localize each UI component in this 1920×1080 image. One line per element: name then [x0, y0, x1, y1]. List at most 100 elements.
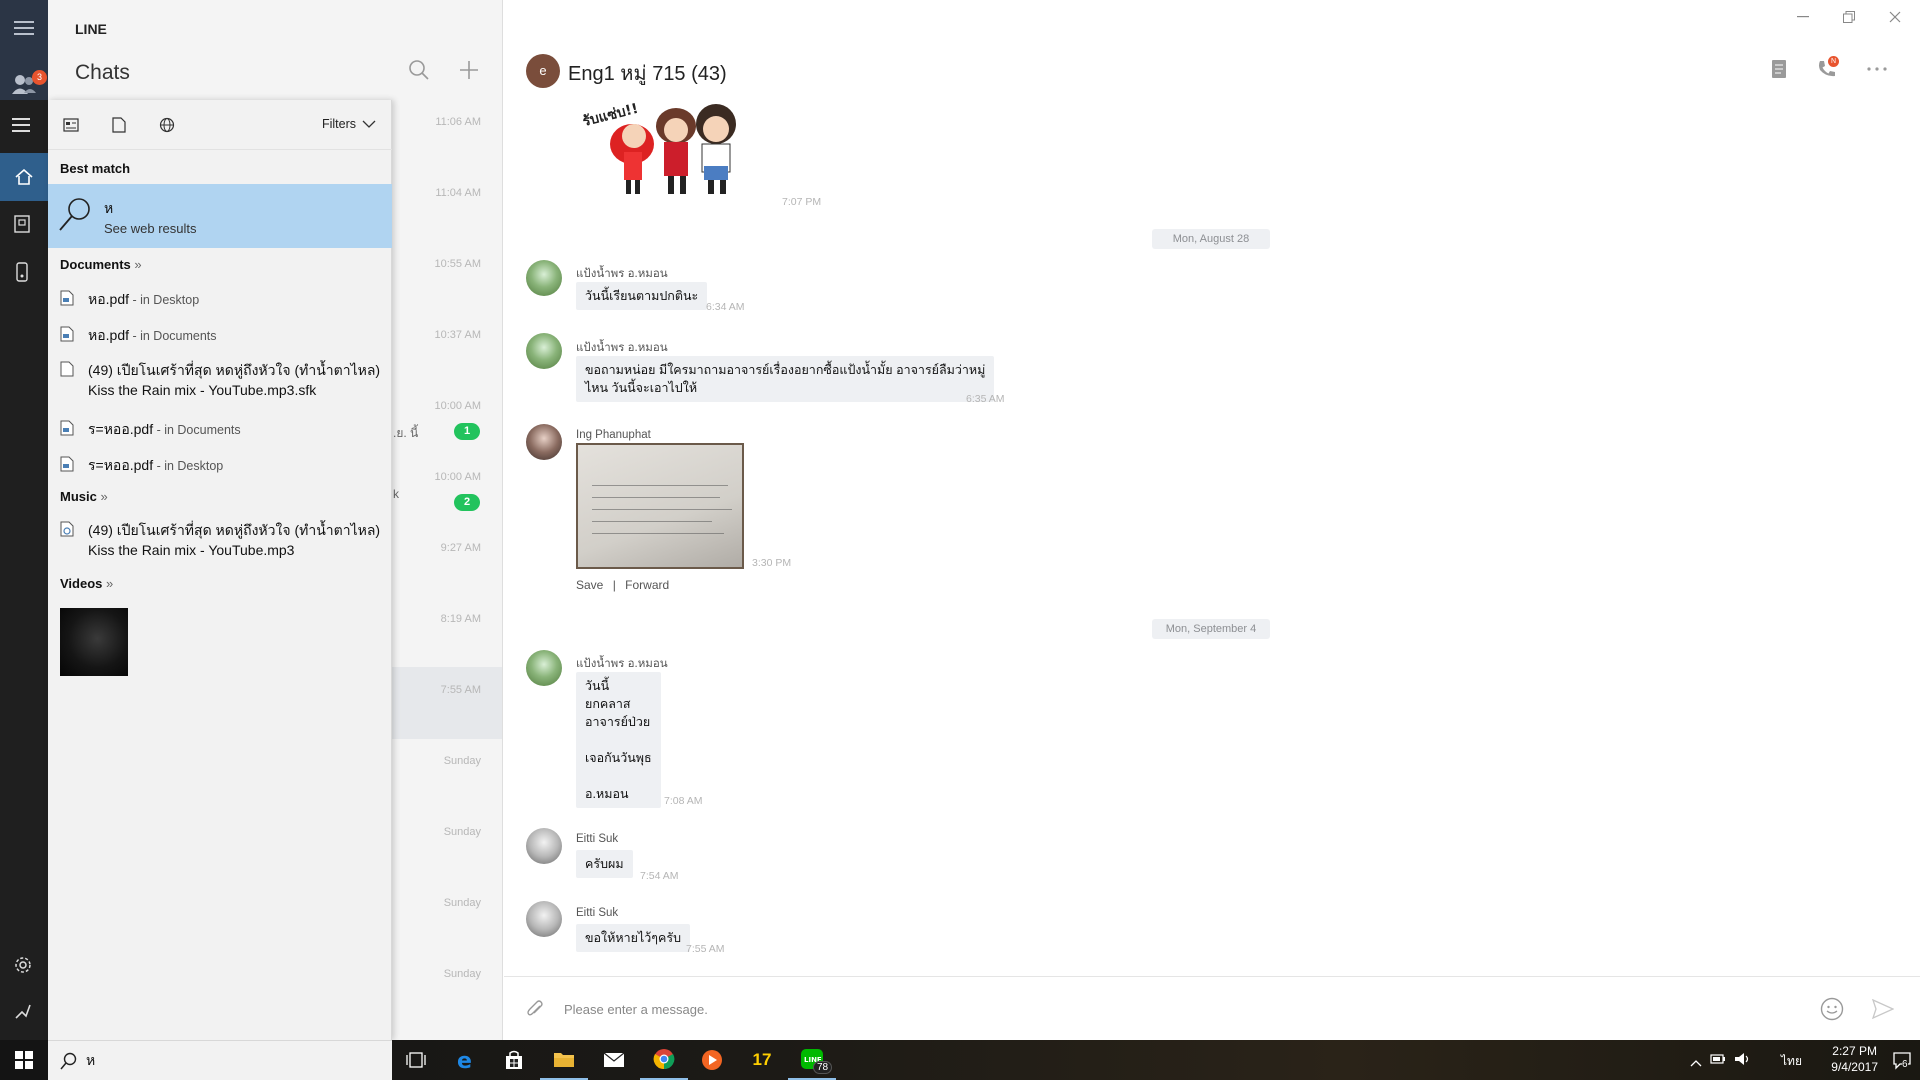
taskbar-search-box[interactable]: [48, 1040, 392, 1080]
sender-avatar[interactable]: [526, 650, 562, 686]
file-explorer-icon[interactable]: [540, 1040, 588, 1080]
message-bubble[interactable]: วันนี้เรียนตามปกตินะ: [576, 282, 708, 310]
menu-icon[interactable]: [0, 4, 48, 52]
search-flyout: Filters Best match ห See web results Doc…: [48, 100, 392, 1040]
message-time: 7:54 AM: [640, 870, 679, 882]
send-icon[interactable]: [1871, 998, 1895, 1024]
sender-avatar[interactable]: [526, 333, 562, 369]
group-avatar[interactable]: e: [526, 54, 560, 88]
chat-row-time: 11:06 AM: [435, 116, 481, 128]
chat-row-time: 8:19 AM: [440, 613, 481, 625]
chat-row-time: 10:37 AM: [434, 329, 481, 341]
emoji-icon[interactable]: [1820, 997, 1844, 1026]
input-language[interactable]: ไทย: [1781, 1052, 1802, 1071]
document-result[interactable]: (49) เปียโนเศร้าที่สุด หดหู่ถึงหัวใจ (ทำ…: [60, 360, 380, 400]
edge-browser-icon[interactable]: e: [442, 1040, 490, 1080]
apps-scope-icon[interactable]: [60, 114, 82, 136]
clock-time: 2:27 PM: [1832, 1044, 1877, 1058]
home-icon[interactable]: [0, 153, 48, 201]
app-17-icon[interactable]: 17: [738, 1040, 786, 1080]
chat-row-time: 10:00 AM: [434, 471, 481, 483]
conversation-panel: e Eng1 หมู่ 715 (43) N รับแซ่บ!! 7:07 PM…: [504, 0, 1920, 1040]
windows-logo-icon: [15, 1051, 33, 1069]
filters-dropdown[interactable]: Filters: [322, 117, 376, 131]
pdf-file-icon: [60, 326, 74, 342]
sender-avatar[interactable]: [526, 424, 562, 460]
message-bubble[interactable]: ขอให้หายไว้ๆครับ: [576, 924, 691, 952]
date-separator: Mon, September 4: [1152, 619, 1270, 639]
document-result[interactable]: ร=หออ.pdf - in Desktop: [60, 455, 223, 477]
line-app-icon[interactable]: LINE 78: [788, 1040, 836, 1080]
documents-scope-icon[interactable]: [108, 114, 130, 136]
best-match-result[interactable]: ห See web results: [48, 184, 392, 248]
document-result[interactable]: หอ.pdf - in Documents: [60, 325, 217, 347]
filters-label: Filters: [321, 117, 356, 131]
sender-name: Eitti Suk: [576, 833, 619, 845]
save-link[interactable]: Save: [576, 578, 603, 592]
more-options-icon[interactable]: [1864, 56, 1890, 82]
chat-row-time: Sunday: [443, 826, 481, 838]
call-badge: N: [1828, 56, 1839, 67]
feedback-icon[interactable]: [14, 1002, 32, 1025]
notebook-icon[interactable]: [14, 215, 30, 238]
add-chat-icon[interactable]: [455, 56, 483, 84]
message-time: 3:30 PM: [752, 557, 792, 569]
chat-row-time: 9:27 AM: [440, 542, 481, 554]
store-icon[interactable]: [490, 1040, 538, 1080]
file-icon: [60, 361, 74, 377]
sender-avatar[interactable]: [526, 901, 562, 937]
chat-row-time: 10:55 AM: [434, 258, 481, 270]
mail-icon[interactable]: [590, 1040, 638, 1080]
search-icon[interactable]: [405, 56, 433, 84]
music-result[interactable]: (49) เปียโนเศร้าที่สุด หดหู่ถึงหัวใจ (ทำ…: [60, 520, 380, 560]
forward-link[interactable]: Forward: [625, 578, 669, 592]
message-bubble[interactable]: ครับผม: [576, 850, 633, 878]
action-separator: |: [612, 578, 616, 592]
chat-row-time: Sunday: [443, 897, 481, 909]
volume-icon[interactable]: [1734, 1052, 1752, 1071]
battery-icon[interactable]: [1710, 1052, 1726, 1071]
app-17-label: 17: [752, 1050, 772, 1069]
sender-avatar[interactable]: [526, 828, 562, 864]
task-view-icon[interactable]: [392, 1040, 440, 1080]
svg-text:e: e: [457, 1049, 472, 1071]
hamburger-icon[interactable]: [12, 118, 30, 137]
web-scope-icon[interactable]: [156, 114, 178, 136]
media-player-icon[interactable]: [688, 1040, 736, 1080]
pdf-file-icon: [60, 290, 74, 306]
close-icon[interactable]: [1884, 8, 1906, 26]
attach-icon[interactable]: [526, 999, 544, 1024]
search-scope-bar: Filters: [48, 100, 392, 150]
device-icon[interactable]: [16, 262, 28, 287]
document-result[interactable]: ร=หออ.pdf - in Documents: [60, 419, 241, 441]
photo-actions: Save | Forward: [576, 578, 669, 592]
sticker-image[interactable]: รับแซ่บ!!: [576, 96, 766, 200]
message-time: 7:07 PM: [782, 196, 822, 208]
message-bubble[interactable]: ขอถามหน่อย มีใครมาถามอาจารย์เรื่องอยากซื…: [576, 356, 995, 402]
video-thumbnail[interactable]: [60, 608, 128, 676]
videos-heading[interactable]: Videos »: [60, 576, 113, 591]
minimize-icon[interactable]: [1792, 8, 1814, 26]
sender-name: แป้งน้ำพร อ.หมอน: [576, 268, 668, 280]
date-separator: Mon, August 28: [1152, 229, 1270, 249]
action-center-icon[interactable]: 6: [1892, 1050, 1912, 1075]
documents-heading[interactable]: Documents »: [60, 257, 142, 272]
document-result[interactable]: หอ.pdf - in Desktop: [60, 289, 199, 311]
message-input[interactable]: [564, 997, 1664, 1021]
notes-icon[interactable]: [1766, 56, 1792, 82]
message-bubble[interactable]: วันนี้ ยกคลาส อาจารย์ป่วย เจอกันวันพุธ อ…: [576, 672, 661, 808]
pdf-file-icon: [60, 456, 74, 472]
call-icon[interactable]: N: [1814, 56, 1840, 82]
sender-name: แป้งน้ำพร อ.หมอน: [576, 658, 668, 670]
chrome-icon[interactable]: [640, 1040, 688, 1080]
start-button[interactable]: [0, 1040, 48, 1080]
settings-icon[interactable]: [14, 956, 32, 979]
clock[interactable]: 2:27 PM 9/4/2017: [1831, 1043, 1878, 1075]
sender-avatar[interactable]: [526, 260, 562, 296]
shared-photo[interactable]: [576, 443, 744, 569]
music-heading[interactable]: Music »: [60, 489, 108, 504]
tray-chevron-icon[interactable]: [1690, 1054, 1702, 1072]
line-unread-badge: 78: [813, 1061, 833, 1074]
restore-icon[interactable]: [1838, 8, 1860, 26]
taskbar-search-input[interactable]: [86, 1050, 376, 1072]
